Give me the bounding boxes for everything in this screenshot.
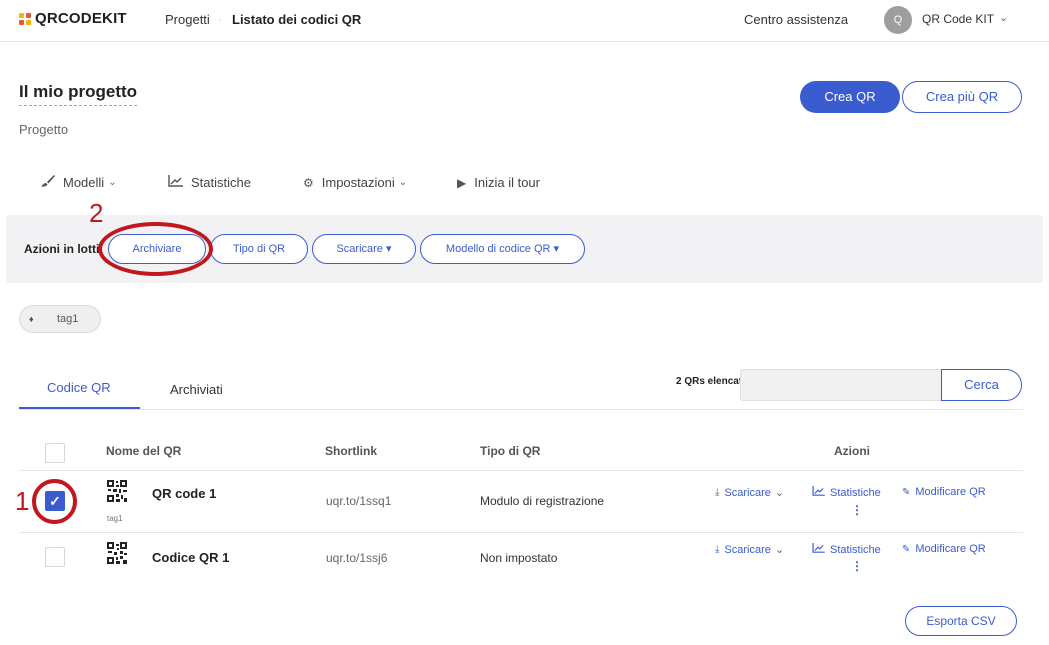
tag-icon: ♦: [29, 314, 34, 324]
row-download-button[interactable]: ⤓ Scaricare ⌄: [715, 543, 785, 557]
brand-logo[interactable]: QRCODEKIT: [19, 10, 127, 27]
create-qr-button[interactable]: Crea QR: [800, 81, 900, 113]
row-shortlink[interactable]: uqr.to/1ssj6: [326, 551, 387, 565]
breadcrumb-current: Listato dei codici QR: [232, 12, 362, 27]
templates-menu[interactable]: Modelli ⌄: [41, 175, 117, 190]
row-statistics-label: Statistiche: [830, 543, 881, 556]
breadcrumb-projects[interactable]: Progetti: [165, 12, 210, 27]
settings-menu[interactable]: ⚙ Impostazioni ⌄: [303, 175, 407, 190]
row-edit-label: Modificare QR: [915, 543, 986, 555]
search-button[interactable]: Cerca: [941, 369, 1022, 401]
tab-qr-codes[interactable]: Codice QR: [47, 380, 111, 395]
row-edit-button[interactable]: ✎ Modificare QR: [902, 543, 986, 555]
column-header-shortlink: Shortlink: [325, 444, 378, 458]
create-multiple-qr-button[interactable]: Crea più QR: [902, 81, 1022, 113]
breadcrumb-separator: ·: [218, 12, 222, 26]
search-input[interactable]: [740, 369, 942, 401]
gear-icon: ⚙: [303, 175, 314, 190]
annotation-circle-checkbox: [32, 479, 77, 524]
brush-icon: [41, 175, 55, 190]
play-icon: ▶: [457, 175, 467, 190]
download-icon: ⤓: [715, 487, 720, 498]
start-tour-link[interactable]: ▶ Inizia il tour: [457, 175, 540, 190]
top-bar: QRCODEKIT Progetti · Listato dei codici …: [0, 0, 1049, 42]
settings-label: Impostazioni: [321, 175, 395, 190]
column-header-type: Tipo di QR: [480, 444, 541, 458]
avatar[interactable]: Q: [884, 6, 912, 34]
qr-count-label: 2 QRs elencati: [676, 376, 745, 387]
project-subtitle: Progetto: [19, 122, 69, 137]
download-icon: ⤓: [715, 544, 720, 555]
pencil-icon: ✎: [902, 543, 911, 555]
row-checkbox[interactable]: [45, 547, 65, 567]
qr-type-button[interactable]: Tipo di QR: [210, 234, 308, 264]
row-shortlink[interactable]: uqr.to/1ssq1: [326, 494, 391, 508]
row-download-label: Scaricare: [724, 486, 771, 499]
tag-filter-label: tag1: [57, 313, 79, 325]
qr-template-dropdown-label: Modello di codice QR: [445, 243, 551, 255]
column-header-name: Nome del QR: [106, 444, 182, 458]
select-all-checkbox[interactable]: [45, 443, 65, 463]
annotation-number-1: 1: [15, 486, 30, 516]
row-edit-button[interactable]: ✎ Modificare QR: [902, 486, 986, 498]
row-edit-label: Modificare QR: [915, 486, 986, 498]
qr-code-icon: [107, 542, 127, 564]
row-statistics-label: Statistiche: [830, 486, 881, 499]
chevron-down-icon: ⌄: [398, 177, 408, 188]
table-header-divider: [19, 470, 1023, 471]
project-title[interactable]: Il mio progetto: [19, 82, 138, 106]
templates-label: Modelli: [63, 175, 105, 190]
tabs-divider: [19, 409, 1023, 410]
row-qr-name[interactable]: QR code 1: [152, 486, 216, 501]
chevron-down-icon[interactable]: ⌄: [999, 11, 1008, 24]
start-tour-label: Inizia il tour: [474, 175, 540, 190]
row-qr-name[interactable]: Codice QR 1: [152, 550, 229, 565]
statistics-link[interactable]: Statistiche: [168, 175, 251, 190]
qr-template-dropdown-button[interactable]: Modello di codice QR ▾: [420, 234, 585, 264]
row-statistics-button[interactable]: Statistiche: [812, 486, 881, 499]
caret-down-icon: ▾: [553, 243, 560, 255]
row-download-button[interactable]: ⤓ Scaricare ⌄: [715, 486, 785, 500]
logo-dots-icon: [19, 12, 31, 25]
download-dropdown-label: Scaricare: [336, 243, 383, 255]
caret-down-icon: ▾: [386, 243, 392, 255]
export-csv-button[interactable]: Esporta CSV: [905, 606, 1017, 636]
row-tag: tag1: [107, 514, 123, 523]
line-chart-icon: [812, 543, 825, 556]
more-options-icon[interactable]: ⋮: [851, 559, 863, 573]
download-dropdown-button[interactable]: Scaricare ▾: [312, 234, 416, 264]
help-center-link[interactable]: Centro assistenza: [744, 12, 848, 27]
line-chart-icon: [812, 486, 825, 499]
column-header-actions: Azioni: [834, 444, 870, 458]
pencil-icon: ✎: [902, 486, 911, 498]
annotation-circle-archive: [98, 222, 213, 276]
row-download-label: Scaricare: [724, 543, 771, 556]
row-statistics-button[interactable]: Statistiche: [812, 543, 881, 556]
tab-archived[interactable]: Archiviati: [170, 382, 223, 397]
batch-actions-label: Azioni in lotti: [24, 242, 100, 256]
logo-text: QRCODEKIT: [35, 10, 127, 27]
chevron-down-icon: ⌄: [108, 177, 117, 188]
row-qr-type: Non impostato: [480, 551, 558, 565]
line-chart-icon: [168, 175, 183, 190]
chevron-down-icon: ⌄: [774, 487, 785, 499]
tag-filter-chip[interactable]: ♦ tag1: [19, 305, 101, 333]
qr-code-icon: [107, 480, 127, 502]
chevron-down-icon: ⌄: [774, 544, 785, 556]
statistics-label: Statistiche: [191, 175, 251, 190]
more-options-icon[interactable]: ⋮: [851, 503, 863, 517]
annotation-number-2: 2: [89, 198, 104, 228]
active-tab-indicator: [19, 407, 140, 409]
row-divider: [19, 532, 1023, 533]
row-qr-type: Modulo di registrazione: [480, 494, 605, 508]
user-menu-name[interactable]: QR Code KIT: [922, 12, 994, 26]
